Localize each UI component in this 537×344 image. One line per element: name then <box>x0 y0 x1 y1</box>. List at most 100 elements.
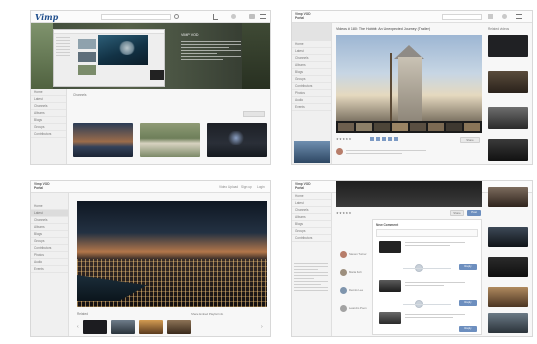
rating-stars[interactable]: ★★★★★ <box>336 137 352 141</box>
user-icon[interactable] <box>502 14 507 19</box>
commenter-avatar-3[interactable] <box>340 287 347 294</box>
comment-attachment-3[interactable] <box>379 312 401 324</box>
sidebar-item-contributors[interactable]: Contributors <box>31 245 68 252</box>
sidebar-item-latest[interactable]: Latest <box>31 210 68 217</box>
filmstrip-thumb-3[interactable] <box>139 320 163 334</box>
sidebar-item-blogs[interactable]: Blogs <box>292 69 331 76</box>
hero-thumb-4[interactable] <box>150 70 164 80</box>
share-button[interactable]: Share <box>450 210 464 216</box>
related-thumb-2[interactable] <box>488 227 528 247</box>
sidebar-item-photos[interactable]: Photos <box>292 90 331 97</box>
commenter-name-1[interactable]: Steven Turner <box>349 252 367 256</box>
sidebar-item-events[interactable]: Events <box>31 266 68 273</box>
chapter-8[interactable] <box>464 123 480 131</box>
user-icon[interactable] <box>231 14 236 19</box>
video-player-top[interactable] <box>336 181 482 207</box>
filmstrip-thumb-1[interactable] <box>83 320 107 334</box>
chevron-left-icon[interactable]: ‹ <box>77 324 79 330</box>
sidebar-item-groups[interactable]: Groups <box>292 76 331 83</box>
post-button[interactable]: Post <box>467 210 481 216</box>
header-link-upload[interactable]: Video Upload <box>219 185 238 189</box>
chapter-2[interactable] <box>356 123 372 131</box>
sidebar-item-contributors[interactable]: Contributors <box>292 83 331 90</box>
related-thumb-2[interactable] <box>488 71 528 93</box>
sidebar-item-albums[interactable]: Albums <box>31 110 66 117</box>
brand-name[interactable]: Vimp VOD Portal <box>34 182 50 190</box>
filmstrip-thumb-2[interactable] <box>111 320 135 334</box>
related-thumb-1[interactable] <box>488 35 528 57</box>
uploader-avatar[interactable] <box>336 148 343 155</box>
commenter-avatar-4[interactable] <box>340 305 347 312</box>
chapter-strip[interactable] <box>336 121 482 133</box>
sidebar-item-albums[interactable]: Albums <box>292 214 331 221</box>
related-thumb-3[interactable] <box>488 107 528 129</box>
header-link-login[interactable]: Login <box>257 185 265 189</box>
filmstrip-thumb-4[interactable] <box>167 320 191 334</box>
sidebar-item-photos[interactable]: Photos <box>31 252 68 259</box>
related-thumb-4[interactable] <box>488 287 528 307</box>
sidebar-item-latest[interactable]: Latest <box>292 200 331 207</box>
comment-textarea[interactable] <box>376 229 478 237</box>
hero-thumb-1[interactable] <box>78 39 96 49</box>
sidebar-item-home[interactable]: Home <box>292 41 331 48</box>
sidebar-promo-image[interactable] <box>294 141 330 163</box>
search-input[interactable] <box>101 14 171 20</box>
chapter-5[interactable] <box>410 123 426 131</box>
upload-icon[interactable] <box>488 14 493 19</box>
header-link-signup[interactable]: Sign up <box>241 185 252 189</box>
search-icon[interactable] <box>174 14 179 19</box>
channel-thumb-dark[interactable] <box>207 123 267 157</box>
sidebar-item-blogs[interactable]: Blogs <box>31 231 68 238</box>
commenter-avatar-1[interactable] <box>340 251 347 258</box>
hero-video-window[interactable] <box>53 29 165 87</box>
sidebar-item-blogs[interactable]: Blogs <box>292 221 331 228</box>
chapter-1[interactable] <box>338 123 354 131</box>
sidebar-item-channels[interactable]: Channels <box>31 217 68 224</box>
related-thumb-1[interactable] <box>488 187 528 207</box>
commenter-name-4[interactable]: Leandro Poon <box>349 306 367 310</box>
share-button[interactable]: Share <box>460 137 480 143</box>
sidebar-item-latest[interactable]: Latest <box>31 96 66 103</box>
sidebar-item-albums[interactable]: Albums <box>31 224 68 231</box>
comment-attachment-1[interactable] <box>379 241 401 253</box>
sidebar-item-contributors[interactable]: Contributors <box>292 235 331 242</box>
social-icons[interactable] <box>370 137 400 141</box>
sidebar-item-latest[interactable]: Latest <box>292 48 331 55</box>
chapter-4[interactable] <box>392 123 408 131</box>
chapter-3[interactable] <box>374 123 390 131</box>
bar-chart-icon[interactable] <box>213 14 218 20</box>
related-thumb-5[interactable] <box>488 313 528 333</box>
brand-name[interactable]: Vimp VOD Portal <box>295 182 311 190</box>
sidebar-item-groups[interactable]: Groups <box>292 228 331 235</box>
sidebar-item-channels[interactable]: Channels <box>292 55 331 62</box>
reply-button-3[interactable]: Reply <box>459 326 477 332</box>
commenter-name-2[interactable]: Maria Koh <box>349 270 362 274</box>
sidebar-item-blogs[interactable]: Blogs <box>31 117 66 124</box>
search-input[interactable] <box>442 14 482 20</box>
sidebar-item-home[interactable]: Home <box>31 89 66 96</box>
commenter-avatar-2[interactable] <box>340 269 347 276</box>
hero-thumb-3[interactable] <box>78 65 96 75</box>
sidebar-item-groups[interactable]: Groups <box>31 238 68 245</box>
chat-icon[interactable] <box>249 14 255 19</box>
brand-name[interactable]: Vimp VOD Portal <box>295 12 311 20</box>
sidebar-item-contributors[interactable]: Contributors <box>31 131 66 138</box>
reply-button-1[interactable]: Reply <box>459 264 477 270</box>
hero-thumb-2[interactable] <box>78 52 96 62</box>
related-thumb-3[interactable] <box>488 257 528 277</box>
reply-button-2[interactable]: Reply <box>459 300 477 306</box>
hero-player[interactable] <box>98 35 148 65</box>
commenter-name-3[interactable]: Dennis Lee <box>349 288 363 292</box>
video-player[interactable] <box>336 35 482 121</box>
sidebar-item-audio[interactable]: Audio <box>292 97 331 104</box>
chevron-right-icon[interactable]: › <box>261 324 263 330</box>
sidebar-item-events[interactable]: Events <box>292 104 331 111</box>
view-toggle[interactable] <box>243 111 265 117</box>
channel-thumb-statue[interactable] <box>140 123 200 157</box>
chapter-6[interactable] <box>428 123 444 131</box>
rating-stars[interactable]: ★★★★★ <box>336 211 352 215</box>
app-logo[interactable]: Vimp <box>35 12 58 22</box>
sidebar-item-channels[interactable]: Channels <box>292 207 331 214</box>
related-thumb-4[interactable] <box>488 139 528 161</box>
sidebar-item-groups[interactable]: Groups <box>31 124 66 131</box>
